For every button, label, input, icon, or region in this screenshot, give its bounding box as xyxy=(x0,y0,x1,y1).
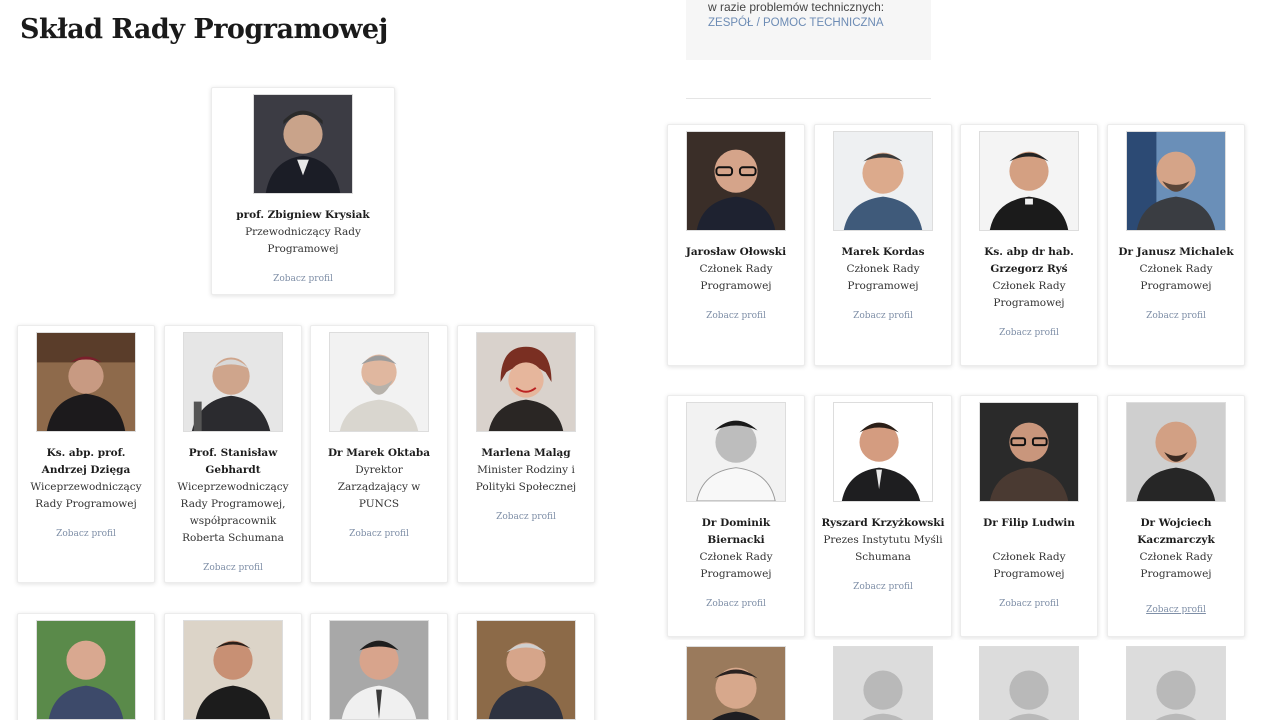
member-role: Dyrektor Zarządzający w PUNCS xyxy=(337,464,421,510)
member-role: Członek Rady Programowej xyxy=(1139,551,1213,580)
help-text: w razie problemów technicznych: xyxy=(708,0,885,14)
member-photo[interactable] xyxy=(476,620,576,720)
link-separator: / xyxy=(753,17,763,29)
member-photo[interactable] xyxy=(1126,402,1226,502)
member-name: Marek Kordas xyxy=(841,246,925,258)
member-photo[interactable] xyxy=(253,94,353,194)
member-name: Marlena Maląg xyxy=(481,447,571,459)
member-card: Marek Kordas Członek Rady Programowej Zo… xyxy=(814,124,952,366)
member-card: Dr Janusz Michalek Członek Rady Programo… xyxy=(1107,124,1245,366)
page-title: Skład Rady Programowej xyxy=(20,14,388,45)
member-photo[interactable] xyxy=(979,131,1079,231)
member-role: Członek Rady Programowej xyxy=(1139,263,1213,292)
member-card xyxy=(814,640,952,720)
member-card: Marlena Maląg Minister Rodziny i Polityk… xyxy=(457,325,595,583)
member-photo[interactable] xyxy=(36,620,136,720)
member-card: Ryszard Krzyżkowski Prezes Instytutu Myś… xyxy=(814,395,952,637)
member-card: Dr Dominik Biernacki Członek Rady Progra… xyxy=(667,395,805,637)
member-photo[interactable] xyxy=(476,332,576,432)
placeholder-avatar-icon[interactable] xyxy=(979,646,1079,720)
member-role: Członek Rady Programowej xyxy=(699,263,773,292)
view-profile-link[interactable]: Zobacz profil xyxy=(668,311,804,321)
view-profile-link[interactable]: Zobacz profil xyxy=(961,328,1097,338)
member-card xyxy=(1107,640,1245,720)
member-card: Dr Wojciech Kaczmarczyk Członek Rady Pro… xyxy=(1107,395,1245,637)
team-link[interactable]: ZESPÓŁ xyxy=(708,17,753,29)
technical-support-link[interactable]: POMOC TECHNICZNA xyxy=(763,17,884,29)
view-profile-link[interactable]: Zobacz profil xyxy=(18,529,154,539)
technical-help-box: w razie problemów technicznych: ZESPÓŁ /… xyxy=(686,0,931,60)
member-role: Członek Rady Programowej xyxy=(992,280,1066,309)
member-card xyxy=(667,640,805,720)
view-profile-link[interactable]: Zobacz profil xyxy=(815,582,951,592)
view-profile-link[interactable]: Zobacz profil xyxy=(815,311,951,321)
member-photo[interactable] xyxy=(686,646,786,720)
view-profile-link[interactable]: Zobacz profil xyxy=(1108,605,1244,615)
member-role: Członek Rady Programowej xyxy=(992,551,1066,580)
member-name: prof. Zbigniew Krysiak xyxy=(236,209,370,221)
member-role: Wiceprzewodniczący Rady Programowej, wsp… xyxy=(177,481,289,544)
member-card: prof. Zbigniew Krysiak Przewodniczący Ra… xyxy=(211,87,395,295)
member-card: Dr Filip Ludwin Członek Rady Programowej… xyxy=(960,395,1098,637)
view-profile-link[interactable]: Zobacz profil xyxy=(458,512,594,522)
placeholder-avatar-icon[interactable] xyxy=(833,646,933,720)
member-photo[interactable] xyxy=(183,620,283,720)
member-card xyxy=(457,613,595,720)
member-name: Ryszard Krzyżkowski xyxy=(821,517,945,529)
view-profile-link[interactable]: Zobacz profil xyxy=(212,274,394,284)
member-role: Prezes Instytutu Myśli Schumana xyxy=(823,534,943,563)
member-card: Jarosław Ołowski Członek Rady Programowe… xyxy=(667,124,805,366)
member-name: Prof. Stanisław Gebhardt xyxy=(188,447,278,476)
view-profile-link[interactable]: Zobacz profil xyxy=(311,529,447,539)
placeholder-avatar-icon[interactable] xyxy=(1126,646,1226,720)
view-profile-link[interactable]: Zobacz profil xyxy=(961,599,1097,609)
view-profile-link[interactable]: Zobacz profil xyxy=(1108,311,1244,321)
member-name: Dr Wojciech Kaczmarczyk xyxy=(1137,517,1215,546)
member-role: Minister Rodziny i Polityki Społecznej xyxy=(475,464,577,493)
member-role: Przewodniczący Rady Programowej xyxy=(245,226,361,255)
sidebar-divider xyxy=(686,98,931,99)
member-card: Ks. abp. prof. Andrzej Dzięga Wiceprzewo… xyxy=(17,325,155,583)
view-profile-link[interactable]: Zobacz profil xyxy=(165,563,301,573)
member-card xyxy=(960,640,1098,720)
member-photo[interactable] xyxy=(686,402,786,502)
member-role: Członek Rady Programowej xyxy=(846,263,920,292)
view-profile-link[interactable]: Zobacz profil xyxy=(668,599,804,609)
member-name: Dr Marek Oktaba xyxy=(327,447,431,459)
member-photo[interactable] xyxy=(329,332,429,432)
member-role: Członek Rady Programowej xyxy=(699,551,773,580)
member-name: Jarosław Ołowski xyxy=(685,246,787,258)
member-photo[interactable] xyxy=(833,131,933,231)
member-name: Ks. abp. prof. Andrzej Dzięga xyxy=(41,447,131,476)
member-photo[interactable] xyxy=(329,620,429,720)
member-card: Prof. Stanisław Gebhardt Wiceprzewodnicz… xyxy=(164,325,302,583)
member-name: Dr Dominik Biernacki xyxy=(701,517,771,546)
member-card: Ks. abp dr hab. Grzegorz Ryś Członek Rad… xyxy=(960,124,1098,366)
member-card xyxy=(164,613,302,720)
member-photo[interactable] xyxy=(36,332,136,432)
member-name: Dr Filip Ludwin xyxy=(983,517,1075,529)
member-photo[interactable] xyxy=(833,402,933,502)
member-name: Dr Janusz Michalek xyxy=(1118,246,1234,258)
member-photo[interactable] xyxy=(1126,131,1226,231)
member-card: Dr Marek Oktaba Dyrektor Zarządzający w … xyxy=(310,325,448,583)
member-card xyxy=(17,613,155,720)
member-name: Ks. abp dr hab. Grzegorz Ryś xyxy=(984,246,1074,275)
member-photo[interactable] xyxy=(686,131,786,231)
member-photo[interactable] xyxy=(183,332,283,432)
member-role: Wiceprzewodniczący Rady Programowej xyxy=(30,481,142,510)
member-card xyxy=(310,613,448,720)
member-photo[interactable] xyxy=(979,402,1079,502)
